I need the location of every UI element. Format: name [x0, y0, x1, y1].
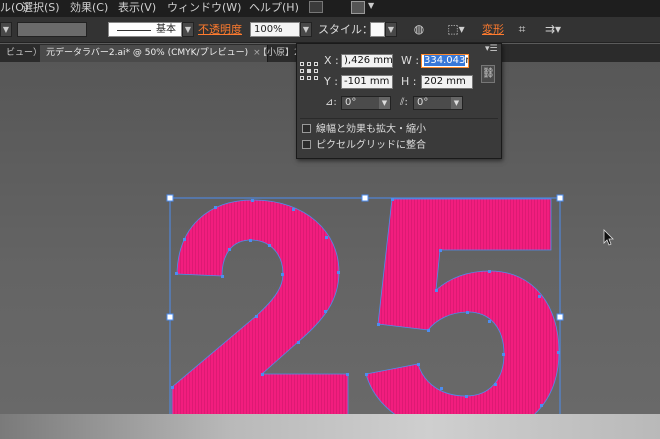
tab-label: 元データラバー2.ai* @ 50% (CMYK/プレビュー)	[46, 48, 249, 58]
arrange-documents-icon[interactable]: ▼	[351, 1, 375, 14]
chevron-down-icon: ▼	[379, 97, 390, 109]
pixel-grid-option[interactable]: ピクセルグリッドに整合	[302, 140, 426, 152]
opacity-input[interactable]: 100%	[250, 22, 300, 37]
rotate-angle-select[interactable]: 0° ▼	[341, 96, 391, 110]
isolate-group-icon[interactable]: ⌗	[513, 21, 531, 38]
x-label: X :	[324, 54, 339, 67]
align-icon[interactable]: ⬚▾	[444, 21, 468, 38]
menu-item[interactable]: 効果(C)	[70, 0, 108, 15]
rotate-angle-icon: ⊿:	[325, 97, 337, 108]
stroke-line-preview	[117, 30, 151, 31]
y-input[interactable]: -101 mm	[341, 75, 393, 89]
recolor-artwork-icon[interactable]: ◍	[410, 21, 428, 38]
tab-label: ビュー）	[6, 48, 43, 58]
menu-item[interactable]: 選択(S)	[22, 0, 60, 15]
w-input-selected-text: 334.043	[424, 55, 466, 66]
panel-divider	[300, 118, 498, 119]
fill-dropdown-caret[interactable]: ▼	[0, 22, 12, 37]
mouse-cursor-icon	[603, 229, 614, 246]
shear-angle-select[interactable]: 0° ▼	[413, 96, 463, 110]
menu-bar: ▼ ル(O) 選択(S) 効果(C) 表示(V) ウィンドウ(W) ヘルプ(H)	[0, 0, 660, 17]
w-input-text-tail: n	[465, 55, 468, 66]
scale-strokes-checkbox[interactable]	[302, 124, 311, 133]
menu-item[interactable]: ウィンドウ(W)	[167, 0, 241, 15]
y-label: Y :	[324, 75, 338, 88]
h-input[interactable]: 202 mm	[421, 75, 473, 89]
glyph-5[interactable]	[366, 199, 559, 437]
panel-menu-icon[interactable]: ▾☰	[485, 44, 498, 54]
stroke-style-select[interactable]: 基本	[108, 22, 182, 37]
reference-point-icon[interactable]	[300, 62, 318, 80]
arrange-icon[interactable]: ⇉▾	[540, 21, 566, 38]
rotate-angle-value: 0°	[345, 97, 357, 108]
shear-angle-icon: ⫽:	[400, 97, 408, 108]
artboard-edge	[0, 414, 660, 439]
scale-strokes-option[interactable]: 線幅と効果も拡大・縮小	[302, 124, 426, 136]
opacity-caret[interactable]: ▼	[300, 22, 312, 37]
bridge-icon[interactable]	[309, 1, 323, 13]
pixel-grid-label: ピクセルグリッドに整合	[316, 140, 426, 151]
constrain-proportions-link-icon[interactable]: ⛓	[481, 65, 495, 83]
stroke-style-caret[interactable]: ▼	[182, 22, 194, 37]
transform-panel: ▾☰ X : ),426 mm W : 334.043n ⛓ Y : -101 …	[296, 43, 502, 159]
opacity-link[interactable]: 不透明度	[198, 22, 242, 37]
graphic-style-caret[interactable]: ▼	[385, 22, 397, 37]
w-input[interactable]: 334.043n	[421, 54, 469, 68]
shear-angle-value: 0°	[417, 97, 429, 108]
style-label: スタイル：	[318, 23, 373, 36]
menu-item[interactable]: ヘルプ(H)	[249, 0, 299, 15]
h-label: H :	[401, 75, 417, 88]
chevron-down-icon: ▼	[451, 97, 462, 109]
x-input[interactable]: ),426 mm	[341, 54, 393, 68]
tab-active-document[interactable]: 元データラバー2.ai* @ 50% (CMYK/プレビュー) ×	[40, 45, 268, 62]
stroke-style-label: 基本	[156, 24, 176, 35]
graphic-style-swatch[interactable]	[370, 22, 385, 37]
transform-link[interactable]: 変形	[482, 22, 504, 37]
scale-strokes-label: 線幅と効果も拡大・縮小	[316, 124, 426, 135]
pixel-grid-checkbox[interactable]	[302, 140, 311, 149]
tab-label: 【小原】2	[258, 48, 300, 58]
control-bar: ▼ 基本 ▼ 不透明度 100% ▼ スタイル： ▼ ◍ ⬚▾ 変形 ⌗ ⇉▾	[0, 17, 660, 43]
fill-swatch[interactable]	[17, 22, 87, 37]
menu-item[interactable]: 表示(V)	[118, 0, 156, 15]
w-label: W :	[401, 54, 420, 67]
